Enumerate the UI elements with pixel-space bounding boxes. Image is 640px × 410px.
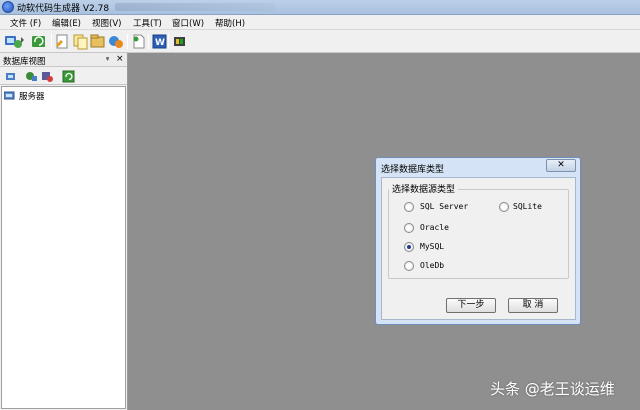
close-icon[interactable]: ✕: [546, 159, 576, 172]
dialog-titlebar: 选择数据库类型 ✕: [376, 158, 580, 176]
svg-text:W: W: [155, 38, 165, 48]
window-title: 动软代码生成器 V2.78: [17, 4, 110, 14]
server-connect-icon[interactable]: [4, 33, 24, 50]
toolbar-separator: [168, 34, 169, 49]
disconnect-icon[interactable]: [41, 70, 54, 83]
menu-view[interactable]: 视图(V): [92, 17, 121, 29]
refresh-icon[interactable]: [30, 33, 47, 50]
database-icon[interactable]: [107, 33, 124, 50]
server-icon: [3, 91, 15, 101]
select-database-type-dialog: 选择数据库类型 ✕ 选择数据源类型 SQL Server SQLite Orac…: [375, 157, 581, 325]
menu-bar: 文件 (F) 编辑(E) 视图(V) 工具(T) 窗口(W) 帮助(H): [0, 15, 640, 30]
radio-oracle[interactable]: [404, 223, 414, 233]
radio-label-sqlserver: SQL Server: [420, 202, 469, 211]
refresh-tree-icon[interactable]: [62, 70, 75, 83]
word-icon[interactable]: W: [151, 33, 168, 50]
menu-window[interactable]: 窗口(W): [172, 17, 204, 29]
radio-sqlite[interactable]: [499, 202, 509, 212]
tree-item-label: 服务器: [19, 92, 45, 102]
toolbar-separator: [148, 34, 149, 49]
title-bar: 动软代码生成器 V2.78: [0, 0, 640, 15]
panel-title: 数据库视图: [3, 57, 46, 67]
radio-sqlserver[interactable]: [404, 202, 414, 212]
main-toolbar: W: [0, 30, 640, 53]
plugin-icon[interactable]: [171, 33, 188, 50]
app-logo-icon: [2, 1, 14, 13]
pin-icon[interactable]: ᵠ: [106, 55, 109, 64]
server-tree: 服务器: [1, 86, 126, 409]
group-label: 选择数据源类型: [389, 182, 459, 195]
menu-help[interactable]: 帮助(H): [215, 17, 245, 29]
next-button[interactable]: 下一步: [446, 298, 496, 313]
database-view-panel: 数据库视图 ᵠ × 服务器: [0, 53, 128, 410]
panel-toolbar: [0, 67, 127, 85]
radio-oledb[interactable]: [404, 261, 414, 271]
title-blurred-region: [115, 3, 275, 11]
cancel-button[interactable]: 取 消: [508, 298, 558, 313]
copy-icon[interactable]: [72, 33, 89, 50]
code-generator-icon[interactable]: [54, 33, 71, 50]
dialog-body: 选择数据源类型 SQL Server SQLite Oracle MySQL O…: [381, 177, 576, 320]
radio-label-oracle: Oracle: [420, 223, 449, 232]
menu-file[interactable]: 文件 (F): [10, 17, 41, 29]
toolbar-separator: [127, 34, 128, 49]
menu-tools[interactable]: 工具(T): [133, 17, 162, 29]
template-icon[interactable]: [89, 33, 106, 50]
radio-label-sqlite: SQLite: [513, 202, 542, 211]
radio-label-mysql: MySQL: [420, 242, 445, 251]
menu-edit[interactable]: 编辑(E): [52, 17, 81, 29]
watermark-text: 头条 @老王谈运维: [490, 380, 615, 398]
add-server-icon[interactable]: [5, 70, 18, 83]
radio-label-oledb: OleDb: [420, 261, 445, 270]
dialog-title: 选择数据库类型: [381, 165, 445, 175]
page-icon[interactable]: [130, 33, 147, 50]
radio-mysql[interactable]: [404, 242, 414, 252]
close-icon[interactable]: ×: [116, 54, 124, 64]
connect-icon[interactable]: [25, 70, 38, 83]
panel-header: 数据库视图 ᵠ ×: [0, 53, 127, 67]
toolbar-separator: [51, 34, 52, 49]
